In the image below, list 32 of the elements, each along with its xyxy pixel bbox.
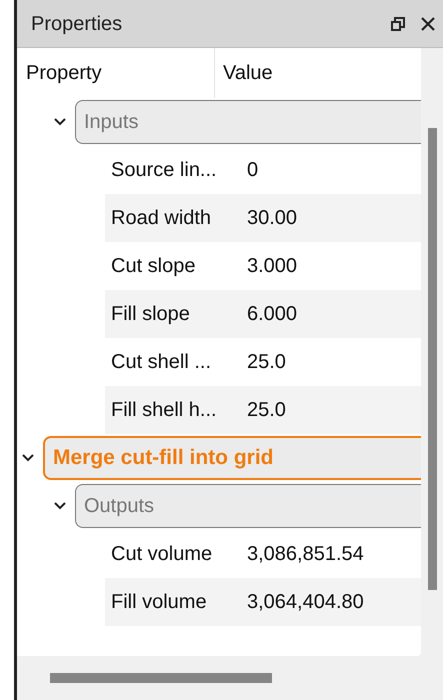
property-name: Road width: [111, 206, 212, 231]
chevron-icon[interactable]: [21, 453, 35, 463]
property-row[interactable]: Road width 30.00: [105, 194, 421, 242]
section-header[interactable]: Outputs: [75, 484, 421, 528]
chevron-icon[interactable]: [53, 501, 67, 511]
property-value: 6.000: [247, 302, 298, 327]
property-value: 3,064,404.80: [247, 590, 364, 615]
column-header[interactable]: Value: [215, 58, 273, 88]
property-row[interactable]: Fill slope 6.000: [105, 290, 421, 338]
property-value: 3.000: [247, 254, 298, 279]
close-icon[interactable]: [421, 16, 435, 30]
chevron-icon[interactable]: [53, 117, 67, 127]
property-row[interactable]: Fill shell h... 25.0: [105, 386, 421, 434]
property-value: 3,086,851.54: [247, 542, 364, 567]
restore-icon[interactable]: [391, 16, 405, 30]
section-header[interactable]: Inputs: [75, 100, 421, 144]
property-name: Source lin...: [111, 158, 218, 183]
vertical-scrollbar-thumb[interactable]: [428, 128, 436, 590]
property-name: Cut slope: [111, 254, 196, 279]
column-header[interactable]: Property: [17, 48, 215, 98]
window-title: Properties: [31, 12, 124, 36]
property-name: Cut shell ...: [111, 350, 212, 375]
property-name: Fill volume: [111, 590, 208, 615]
property-name: Cut volume: [111, 542, 214, 567]
property-row[interactable]: Fill volume 3,064,404.80: [105, 578, 421, 626]
property-name: Fill shell h...: [111, 398, 218, 423]
property-value: 30.00: [247, 206, 298, 231]
property-name: Fill slope: [111, 302, 191, 327]
horizontal-scrollbar-thumb[interactable]: [50, 673, 272, 683]
property-value: 25.0: [247, 350, 286, 375]
property-value: 25.0: [247, 398, 286, 423]
property-value: 0: [247, 158, 258, 183]
